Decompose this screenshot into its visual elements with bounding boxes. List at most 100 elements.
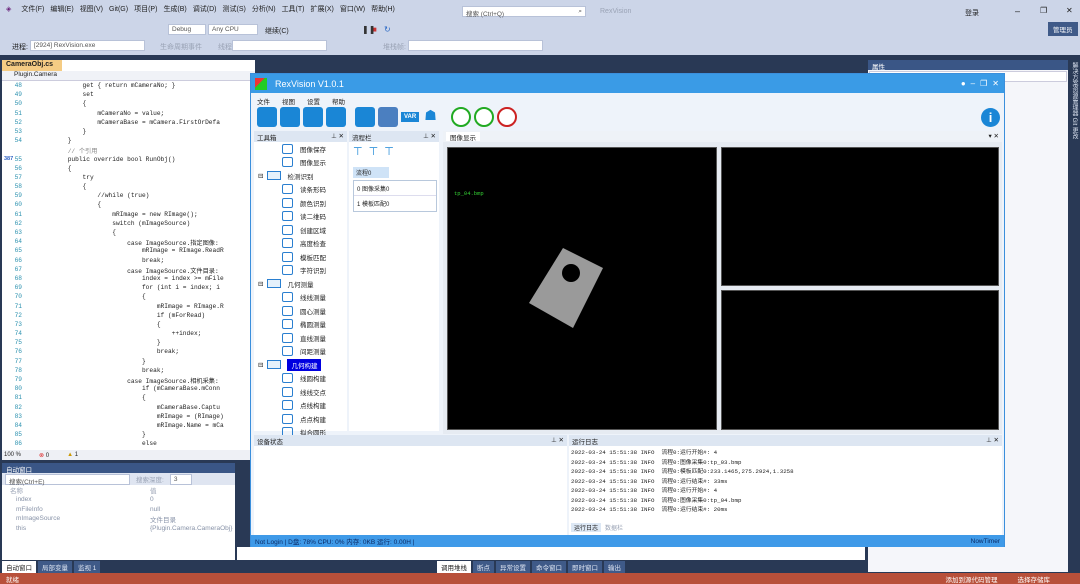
toolbox-item[interactable]: 读条形码	[254, 183, 347, 197]
flow-add-icon[interactable]: ⊤	[353, 145, 363, 158]
run-loop-icon[interactable]	[474, 107, 495, 127]
warning-count[interactable]: ▲ 1	[67, 452, 78, 458]
config-select[interactable]: Debug	[168, 24, 206, 35]
code-line[interactable]: 74 ++index;	[2, 330, 255, 339]
toolbox-group[interactable]: ⊟ 检测识别	[254, 169, 347, 183]
list-icon[interactable]	[257, 107, 277, 127]
flow-item[interactable]: 1 模板匹配0	[354, 196, 436, 211]
rv-menu-file[interactable]: 文件	[257, 96, 270, 106]
code-line[interactable]: // 个引用	[2, 146, 255, 155]
code-line[interactable]: 80 if (mCameraBase.mConn	[2, 385, 255, 394]
toolbox-group[interactable]: ⊟ 几何测量	[254, 277, 347, 291]
flow-tab[interactable]: 流程0	[353, 167, 389, 178]
tab-command[interactable]: 命令窗口	[532, 560, 566, 573]
collapse-icon[interactable]: ⊟	[258, 361, 263, 369]
tab-cameraobj[interactable]: CameraObj.cs	[2, 60, 62, 71]
log-close-icon[interactable]: ⊥ ✕	[986, 436, 999, 445]
menu-file[interactable]: 文件(F)	[21, 4, 44, 14]
code-line[interactable]: 66 break;	[2, 257, 255, 266]
code-line[interactable]: 76 break;	[2, 348, 255, 357]
code-line[interactable]: 69 for (int i = index; i	[2, 284, 255, 293]
output-area[interactable]	[237, 547, 865, 560]
code-line[interactable]: 56 {	[2, 165, 255, 174]
code-line[interactable]: 84 mRImage.Name = mCa	[2, 422, 255, 431]
menu-edit[interactable]: 编辑(E)	[50, 4, 73, 14]
zoom-level[interactable]: 100 %	[4, 452, 21, 458]
flow-delete-icon[interactable]: ⊤	[384, 145, 394, 158]
depth-select[interactable]: 3	[169, 473, 192, 485]
device-close-icon[interactable]: ⊥ ✕	[551, 436, 564, 445]
code-line[interactable]: 72 if (mForRead)	[2, 312, 255, 321]
code-line[interactable]: 62 switch (mImageSource)	[2, 220, 255, 229]
vs-search-input[interactable]: 搜索 (Ctrl+Q) ⌕	[462, 6, 586, 18]
code-line[interactable]: 54 }	[2, 137, 255, 146]
tab-image-display[interactable]: 图像显示	[446, 132, 480, 142]
image-view-main[interactable]: tp_04.bmp	[447, 147, 717, 430]
platform-select[interactable]: Any CPU	[208, 24, 258, 35]
admin-badge[interactable]: 管理员	[1048, 22, 1078, 36]
lifecycle-events[interactable]: 生命周期事件	[160, 42, 202, 52]
stop-run-icon[interactable]	[497, 107, 518, 127]
collapse-icon[interactable]: ⊟	[258, 172, 263, 180]
code-line[interactable]: 55 public override bool RunObj()	[2, 156, 255, 165]
stack-frame-select[interactable]	[408, 40, 543, 51]
code-line[interactable]: 53 }	[2, 128, 255, 137]
code-line[interactable]: 83 mRImage = (RImage)	[2, 413, 255, 422]
rv-menu-view[interactable]: 视图	[282, 96, 295, 106]
toolbox-item[interactable]: 读二维码	[254, 210, 347, 224]
code-line[interactable]: 86 else	[2, 440, 255, 449]
code-line[interactable]: 61 mRImage = new RImage();	[2, 211, 255, 220]
minimize-icon[interactable]: –	[1015, 6, 1020, 16]
code-line[interactable]: 63 {	[2, 229, 255, 238]
code-line[interactable]: 65 mRImage = RImage.ReadR	[2, 247, 255, 256]
code-line[interactable]: 52 mCameraBase = mCamera.FirstOrDefa	[2, 119, 255, 128]
code-line[interactable]: 68 index = index >= mFile	[2, 275, 255, 284]
code-line[interactable]: 64 case ImageSource.指定图像:	[2, 238, 255, 247]
tab-breakpoints[interactable]: 断点	[473, 560, 494, 573]
autos-row[interactable]: mImageSource 文件目录	[2, 514, 235, 524]
error-count[interactable]: ⊗ 0	[39, 452, 49, 459]
side-tabs[interactable]: 解决方案资源管理器 Git 更改	[1069, 62, 1079, 162]
flow-edit-icon[interactable]: ⊤	[369, 145, 379, 158]
toolbox-item[interactable]: 字符识别	[254, 264, 347, 278]
menu-project[interactable]: 项目(P)	[134, 4, 157, 14]
code-line[interactable]: 79 case ImageSource.相机采集:	[2, 376, 255, 385]
rv-window-controls[interactable]: ●–❐✕	[961, 79, 1004, 88]
toolbox-group[interactable]: ⊟ 几何构建	[254, 358, 347, 372]
add-source-control[interactable]: 添加到源代码管理	[946, 574, 998, 584]
code-line[interactable]: 73 {	[2, 321, 255, 330]
code-line[interactable]: 50 {	[2, 100, 255, 109]
run-once-icon[interactable]	[451, 107, 472, 127]
toolbox-item[interactable]: 线圆构建	[254, 372, 347, 386]
nav-bar[interactable]: Plugin.Camera	[2, 71, 255, 81]
autos-row[interactable]: index 0	[2, 495, 235, 505]
code-line[interactable]: 60 {	[2, 201, 255, 210]
tab-call-stack[interactable]: 调用堆栈	[437, 560, 471, 573]
autos-row[interactable]: this {Plugin.Camera.CameraObj}	[2, 524, 235, 534]
toolbox-item[interactable]: 线线测量	[254, 291, 347, 305]
toolbox-item[interactable]: 图像保存	[254, 142, 347, 156]
var-button[interactable]: VAR	[401, 112, 420, 122]
code-lines[interactable]: 48 get { return mCameraNo; } 49 set 50 {51…	[2, 82, 255, 450]
menu-extensions[interactable]: 扩展(X)	[311, 4, 334, 14]
code-line[interactable]: 48 get { return mCameraNo; }	[2, 82, 255, 91]
flow-item[interactable]: 0 图像采集0	[354, 181, 436, 196]
rv-menu-help[interactable]: 帮助	[332, 96, 345, 106]
code-line[interactable]: 71 mRImage = RImage.R	[2, 303, 255, 312]
code-line[interactable]: 67 case ImageSource.文件目录:	[2, 266, 255, 275]
code-line[interactable]: 70 {	[2, 293, 255, 302]
menu-debug[interactable]: 调试(D)	[193, 4, 217, 14]
toolbox-item[interactable]: 高度检查	[254, 237, 347, 251]
code-line[interactable]: 82 mCameraBase.Captu	[2, 404, 255, 413]
tab-autos[interactable]: 自动窗口	[2, 560, 36, 573]
continue-button[interactable]: 继续(C)	[265, 26, 289, 36]
tab-locals[interactable]: 局部变量	[38, 560, 72, 573]
code-editor[interactable]: CameraObj.cs Plugin.Camera 387 48 get { …	[2, 60, 255, 460]
code-line[interactable]: 81 {	[2, 394, 255, 403]
code-line[interactable]: 59 //while (true)	[2, 192, 255, 201]
code-line[interactable]: 78 break;	[2, 367, 255, 376]
tab-exceptions[interactable]: 异常设置	[496, 560, 530, 573]
toolbox-item[interactable]: 间距测量	[254, 345, 347, 359]
image-view-3[interactable]	[721, 290, 999, 430]
toolbox-item[interactable]: 点线构建	[254, 399, 347, 413]
